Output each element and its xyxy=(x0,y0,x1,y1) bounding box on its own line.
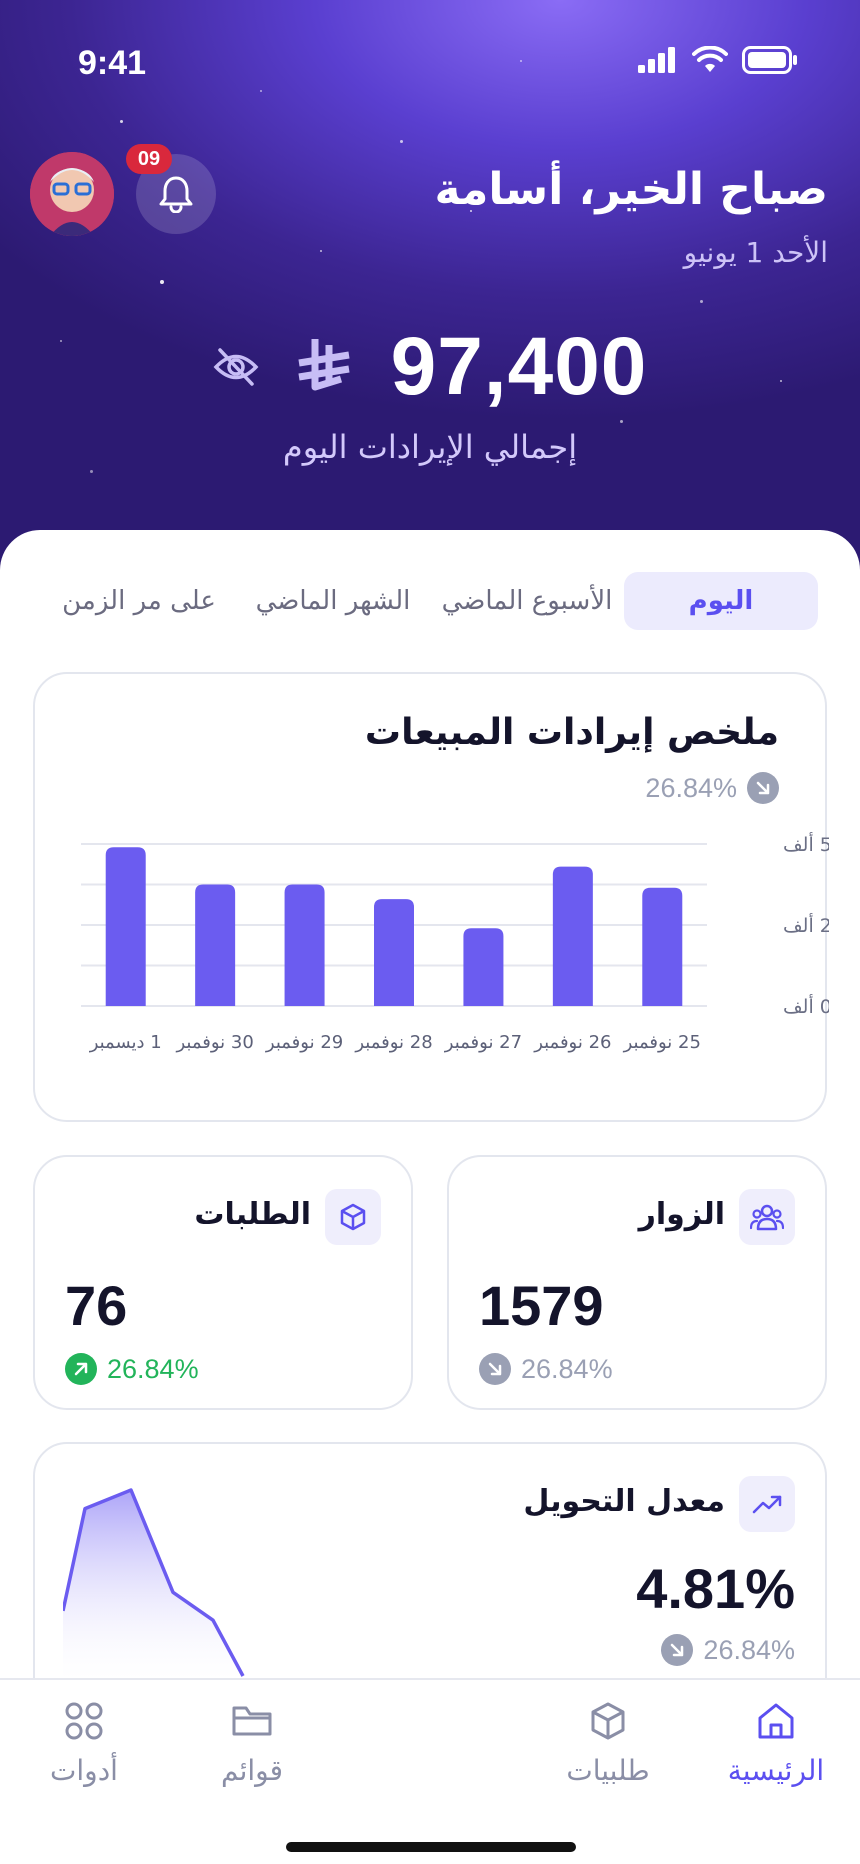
chart-bar[interactable] xyxy=(374,899,414,1006)
sparkline-area xyxy=(63,1490,243,1680)
x-tick-label: 27 نوفمبر xyxy=(444,1032,522,1053)
x-tick-label: 1 ديسمبر xyxy=(89,1032,162,1053)
signal-icon xyxy=(638,47,675,73)
x-tick-label: 26 نوفمبر xyxy=(533,1032,611,1053)
conversion-change: 26.84% xyxy=(661,1634,795,1666)
arrow-down-right-icon xyxy=(479,1353,511,1385)
trend-up-icon xyxy=(752,1495,782,1514)
x-tick-label: 29 نوفمبر xyxy=(265,1032,343,1053)
orders-icon-box xyxy=(325,1189,381,1245)
visitors-value: 1579 xyxy=(479,1274,604,1337)
orders-change: 26.84% xyxy=(65,1353,199,1385)
conversion-icon-box xyxy=(739,1476,795,1532)
arrow-down-right-icon xyxy=(747,772,779,804)
period-tabs: اليوم الأسبوع الماضي الشهر الماضي على مر… xyxy=(42,572,818,630)
conversion-value: 4.81% xyxy=(636,1557,795,1620)
status-time: 9:41 xyxy=(78,44,147,82)
box-icon xyxy=(340,1203,366,1231)
orders-change-value: 26.84% xyxy=(107,1353,199,1384)
folder-icon xyxy=(232,1706,272,1736)
orders-value: 76 xyxy=(65,1274,128,1337)
sales-change-value: 26.84% xyxy=(645,772,737,803)
total-revenue-row: 97,400 xyxy=(0,320,860,414)
box-icon xyxy=(591,1702,625,1740)
home-icon xyxy=(758,1703,794,1739)
visitors-change: 26.84% xyxy=(479,1353,613,1385)
wifi-icon xyxy=(692,46,728,72)
sales-bar-chart: 0 ألف 25 ألف 50 ألف 25 نوفمبر 26 نوفمبر 27 نو… xyxy=(81,832,829,1053)
header-hero xyxy=(0,0,860,600)
x-tick-label: 25 نوفمبر xyxy=(623,1032,701,1053)
total-label: إجمالي الإيرادات اليوم xyxy=(282,428,578,466)
status-icons xyxy=(638,46,798,74)
x-tick-label: 28 نوفمبر xyxy=(354,1032,432,1053)
riyal-icon xyxy=(298,339,350,391)
conversion-title: معدل التحويل xyxy=(523,1484,725,1519)
chart-bar[interactable] xyxy=(642,887,683,1006)
tab-today[interactable]: اليوم xyxy=(624,572,818,630)
nav-item-lists[interactable]: قوائم xyxy=(182,1700,322,1787)
sales-summary-card: ملخص إيرادات المبيعات 26.84% 0 ألف 25 ألف… xyxy=(33,672,829,1122)
chart-bar[interactable] xyxy=(105,847,146,1006)
sales-card-title: ملخص إيرادات المبيعات xyxy=(364,712,779,753)
conversion-change-value: 26.84% xyxy=(703,1634,795,1665)
chart-bar[interactable] xyxy=(552,866,593,1006)
battery-icon xyxy=(742,46,797,74)
nav-label-home: الرئيسية xyxy=(727,1754,825,1787)
bell-icon xyxy=(159,176,193,213)
y-tick-label: 50 ألف xyxy=(783,832,829,856)
nav-item-orders[interactable]: طلبيات xyxy=(538,1700,678,1787)
orders-card: الطلبات 76 26.84% xyxy=(33,1155,413,1410)
sales-change: 26.84% xyxy=(645,772,779,804)
bottom-nav: الرئيسية طلبيات قوائم أدوات xyxy=(0,1678,860,1864)
tab-all-time[interactable]: على مر الزمن xyxy=(42,572,236,630)
date-subtitle: الأحد 1 يونيو xyxy=(683,236,828,269)
x-tick-label: 30 نوفمبر xyxy=(175,1032,253,1053)
nav-label-tools: أدوات xyxy=(50,1754,118,1787)
grid-icon xyxy=(65,1702,103,1740)
nav-label-orders: طلبيات xyxy=(566,1754,650,1787)
visitors-change-value: 26.84% xyxy=(521,1353,613,1384)
conversion-sparkline xyxy=(63,1488,245,1680)
chart-bar[interactable] xyxy=(463,928,504,1006)
visitors-title: الزوار xyxy=(638,1197,725,1232)
greeting-title: صباح الخير، أسامة xyxy=(434,164,828,215)
users-icon xyxy=(750,1204,784,1231)
nav-item-tools[interactable]: أدوات xyxy=(14,1700,154,1787)
arrow-down-right-icon xyxy=(661,1634,694,1666)
nav-label-lists: قوائم xyxy=(220,1754,284,1787)
notification-badge: 09 xyxy=(126,144,172,174)
tab-last-week[interactable]: الأسبوع الماضي xyxy=(430,572,624,630)
orders-title: الطلبات xyxy=(194,1197,311,1232)
eye-off-icon[interactable] xyxy=(213,346,259,388)
visitors-card: الزوار 1579 26.84% xyxy=(447,1155,827,1410)
total-amount: 97,400 xyxy=(390,321,648,412)
visitors-icon-box xyxy=(739,1189,795,1245)
tab-last-month[interactable]: الشهر الماضي xyxy=(236,572,430,630)
y-tick-label: 25 ألف xyxy=(783,913,829,937)
avatar[interactable] xyxy=(30,152,114,236)
nav-item-home[interactable]: الرئيسية xyxy=(706,1700,846,1787)
y-tick-label: 0 ألف xyxy=(783,994,829,1018)
arrow-up-right-icon xyxy=(65,1353,97,1385)
chart-bar[interactable] xyxy=(284,884,325,1007)
chart-bar[interactable] xyxy=(195,884,236,1007)
home-indicator xyxy=(286,1842,576,1852)
